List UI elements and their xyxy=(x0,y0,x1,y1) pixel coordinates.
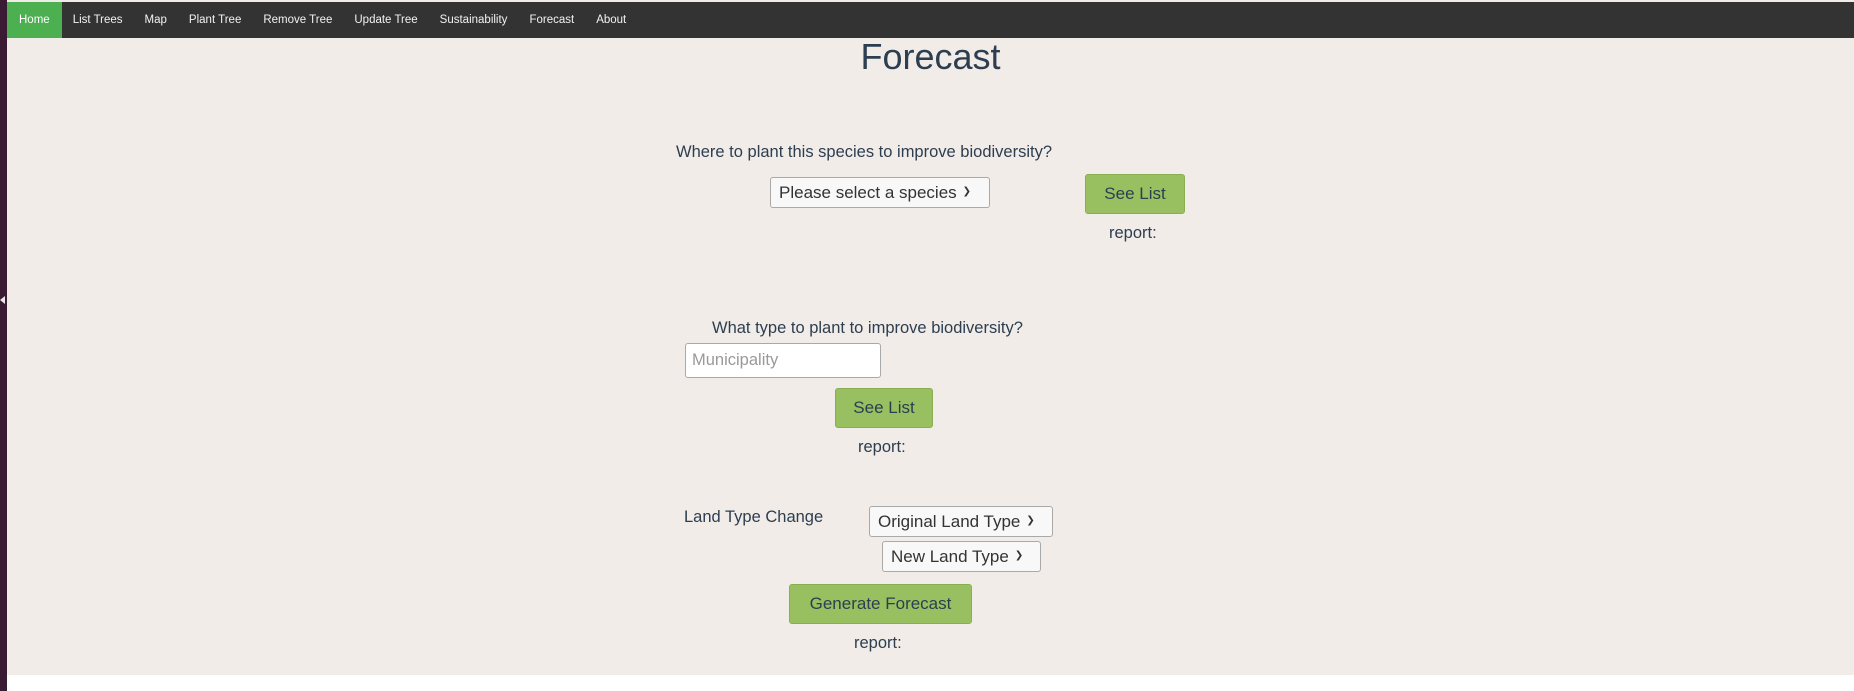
nav-remove-tree[interactable]: Remove Tree xyxy=(252,2,343,38)
nav-about[interactable]: About xyxy=(585,2,637,38)
nav-update-tree[interactable]: Update Tree xyxy=(343,2,428,38)
nav-list-trees[interactable]: List Trees xyxy=(62,2,134,38)
page-frame: Home List Trees Map Plant Tree Remove Tr… xyxy=(7,0,1854,675)
species-see-list-button[interactable]: See List xyxy=(1085,174,1185,214)
type-question: What type to plant to improve biodiversi… xyxy=(712,319,1023,337)
nav-forecast[interactable]: Forecast xyxy=(518,2,585,38)
collapse-arrow-icon[interactable] xyxy=(0,296,5,304)
original-land-type-select[interactable]: Original Land Type ❯ xyxy=(869,506,1053,537)
chevron-down-icon: ❯ xyxy=(1014,550,1024,561)
nav-sustainability[interactable]: Sustainability xyxy=(429,2,519,38)
new-land-type-select[interactable]: New Land Type ❯ xyxy=(882,541,1041,572)
generate-forecast-button[interactable]: Generate Forecast xyxy=(789,584,972,624)
chevron-down-icon: ❯ xyxy=(962,186,972,197)
type-see-list-button[interactable]: See List xyxy=(835,388,933,428)
municipality-input[interactable]: Municipality xyxy=(685,343,881,378)
top-navbar: Home List Trees Map Plant Tree Remove Tr… xyxy=(7,2,1854,38)
original-land-type-value: Original Land Type xyxy=(878,511,1021,531)
chevron-down-icon: ❯ xyxy=(1026,515,1035,526)
forecast-report-label: report: xyxy=(854,634,902,652)
type-report-label: report: xyxy=(858,438,906,456)
page-title: Forecast xyxy=(860,36,1001,77)
species-question: Where to plant this species to improve b… xyxy=(676,143,1053,161)
new-land-type-value: New Land Type xyxy=(891,546,1009,566)
species-report-label: report: xyxy=(1109,224,1157,242)
nav-map[interactable]: Map xyxy=(134,2,178,38)
nav-home[interactable]: Home xyxy=(7,2,62,38)
nav-plant-tree[interactable]: Plant Tree xyxy=(178,2,252,38)
left-window-edge xyxy=(0,0,7,691)
land-type-change-label: Land Type Change xyxy=(684,508,824,526)
species-select[interactable]: Please select a species ❯ xyxy=(770,177,990,208)
species-select-value: Please select a species xyxy=(779,182,957,202)
